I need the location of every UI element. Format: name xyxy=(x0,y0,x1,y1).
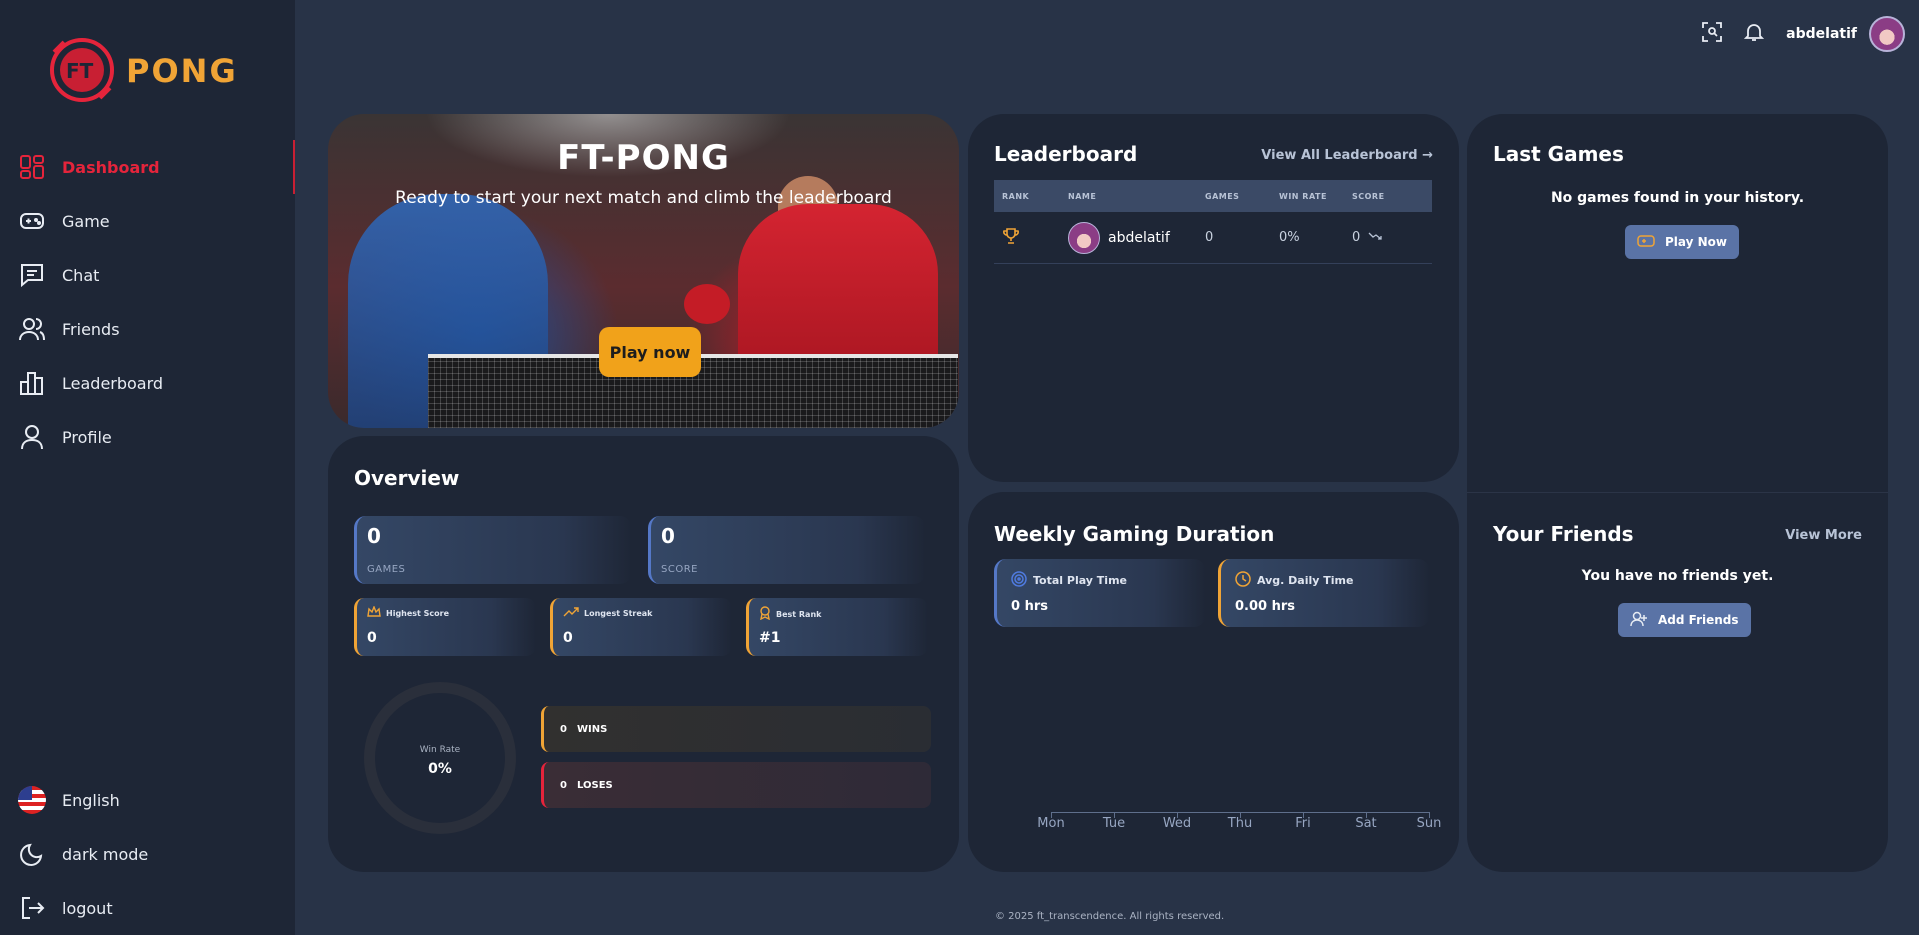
main-nav: Dashboard Game Chat Friends Leaderboard xyxy=(0,140,295,464)
nav-item-dashboard[interactable]: Dashboard xyxy=(0,140,295,194)
topbar: abdelatif xyxy=(1702,14,1905,54)
trending-up-icon xyxy=(563,606,579,620)
score-stat: 0 SCORE xyxy=(648,516,926,584)
user-icon xyxy=(18,423,46,451)
scan-icon[interactable] xyxy=(1702,22,1723,46)
day-label: Tue xyxy=(1102,816,1126,831)
add-friends-button[interactable]: Add Friends xyxy=(1618,603,1751,637)
gamepad-icon xyxy=(1637,234,1655,251)
longest-streak-stat: Longest Streak 0 xyxy=(550,598,732,656)
crown-icon xyxy=(367,605,381,620)
no-games-message: No games found in your history. xyxy=(1550,190,1805,206)
best-rank-stat: Best Rank #1 xyxy=(746,598,928,656)
weekly-duration-card: Weekly Gaming Duration Total Play Time 0… xyxy=(968,492,1459,872)
trending-down-icon xyxy=(1368,230,1382,245)
nav-label: Chat xyxy=(62,265,100,285)
language-selector[interactable]: English xyxy=(0,773,295,827)
highest-score-stat: Highest Score 0 xyxy=(354,598,536,656)
bar-chart-icon xyxy=(18,369,46,397)
win-rate-ring: Win Rate 0% xyxy=(364,682,516,834)
view-all-leaderboard-link[interactable]: View All Leaderboard → xyxy=(1261,148,1433,163)
moon-icon xyxy=(18,840,46,868)
hero-banner: FT-PONG Ready to start your next match a… xyxy=(328,114,959,428)
target-icon xyxy=(1011,571,1027,590)
logo[interactable]: FT PONG xyxy=(44,32,254,107)
nav-label: Friends xyxy=(62,319,120,339)
add-user-icon xyxy=(1630,611,1648,630)
avatar xyxy=(1068,221,1100,254)
hero-subtitle: Ready to start your next match and climb… xyxy=(395,188,892,208)
nav-label: Profile xyxy=(62,427,112,447)
chat-icon xyxy=(18,261,46,289)
logo-text: PONG xyxy=(126,52,238,90)
friends-title: Your Friends xyxy=(1493,522,1634,546)
view-more-friends-link[interactable]: View More xyxy=(1785,528,1862,543)
nav-label: Game xyxy=(62,211,110,231)
username[interactable]: abdelatif xyxy=(1786,26,1857,42)
logout-button[interactable]: logout xyxy=(0,881,295,935)
gamepad-icon xyxy=(18,207,46,235)
nav-item-profile[interactable]: Profile xyxy=(0,410,295,464)
overview-title: Overview xyxy=(354,466,460,490)
bell-icon[interactable] xyxy=(1743,22,1765,46)
leaderboard-title: Leaderboard xyxy=(994,142,1138,166)
nav-label: Dashboard xyxy=(62,157,160,177)
logout-icon xyxy=(18,894,46,922)
nav-item-leaderboard[interactable]: Leaderboard xyxy=(0,356,295,410)
day-label: Sat xyxy=(1355,816,1377,831)
leaderboard-table: RANK NAME GAMES WIN RATE SCORE abdelatif… xyxy=(994,180,1432,264)
day-label: Sun xyxy=(1416,816,1442,831)
nav-label: Leaderboard xyxy=(62,373,164,393)
sidebar: FT PONG Dashboard Game Chat Friends Lead… xyxy=(0,0,295,935)
dark-mode-label: dark mode xyxy=(62,844,149,864)
nav-item-friends[interactable]: Friends xyxy=(0,302,295,356)
dark-mode-toggle[interactable]: dark mode xyxy=(0,827,295,881)
sidebar-bottom: English dark mode logout xyxy=(0,773,295,935)
us-flag-icon xyxy=(18,786,46,814)
svg-text:FT: FT xyxy=(66,59,94,83)
last-games-title: Last Games xyxy=(1493,142,1624,166)
day-label: Thu xyxy=(1227,816,1253,831)
games-stat: 0 GAMES xyxy=(354,516,632,584)
clock-icon xyxy=(1235,571,1251,590)
overview-card: Overview 0 GAMES 0 SCORE Highest Score 0… xyxy=(328,436,959,872)
footer: © 2025 ft_transcendence. All rights rese… xyxy=(995,911,1225,922)
dashboard-icon xyxy=(18,153,46,181)
total-play-time-stat: Total Play Time 0 hrs xyxy=(994,559,1206,627)
avg-daily-time-stat: Avg. Daily Time 0.00 hrs xyxy=(1218,559,1430,627)
last-games-friends-card: Last Games No games found in your histor… xyxy=(1467,114,1888,872)
hero-title: FT-PONG xyxy=(557,138,730,178)
avatar[interactable] xyxy=(1869,16,1905,52)
weekly-title: Weekly Gaming Duration xyxy=(994,522,1275,546)
language-label: English xyxy=(62,790,120,810)
nav-item-game[interactable]: Game xyxy=(0,194,295,248)
medal-icon xyxy=(759,606,771,622)
day-label: Mon xyxy=(1037,816,1065,831)
day-label: Wed xyxy=(1162,816,1192,831)
play-now-button[interactable]: Play now xyxy=(599,327,701,377)
loses-bar: 0 LOSES xyxy=(541,762,931,808)
day-labels: Mon Tue Wed Thu Fri Sat Sun xyxy=(1026,816,1446,836)
play-now-small-button[interactable]: Play Now xyxy=(1625,225,1740,259)
table-header: RANK NAME GAMES WIN RATE SCORE xyxy=(994,180,1432,212)
trophy-icon xyxy=(994,227,1068,249)
no-friends-message: You have no friends yet. xyxy=(1581,568,1774,584)
table-row[interactable]: abdelatif 0 0% 0 xyxy=(994,212,1432,264)
logout-label: logout xyxy=(62,898,113,918)
friends-icon xyxy=(18,315,46,343)
day-label: Fri xyxy=(1295,816,1311,831)
wins-bar: 0 WINS xyxy=(541,706,931,752)
leaderboard-card: Leaderboard View All Leaderboard → RANK … xyxy=(968,114,1459,482)
logo-mark-icon: FT xyxy=(50,38,114,102)
nav-item-chat[interactable]: Chat xyxy=(0,248,295,302)
